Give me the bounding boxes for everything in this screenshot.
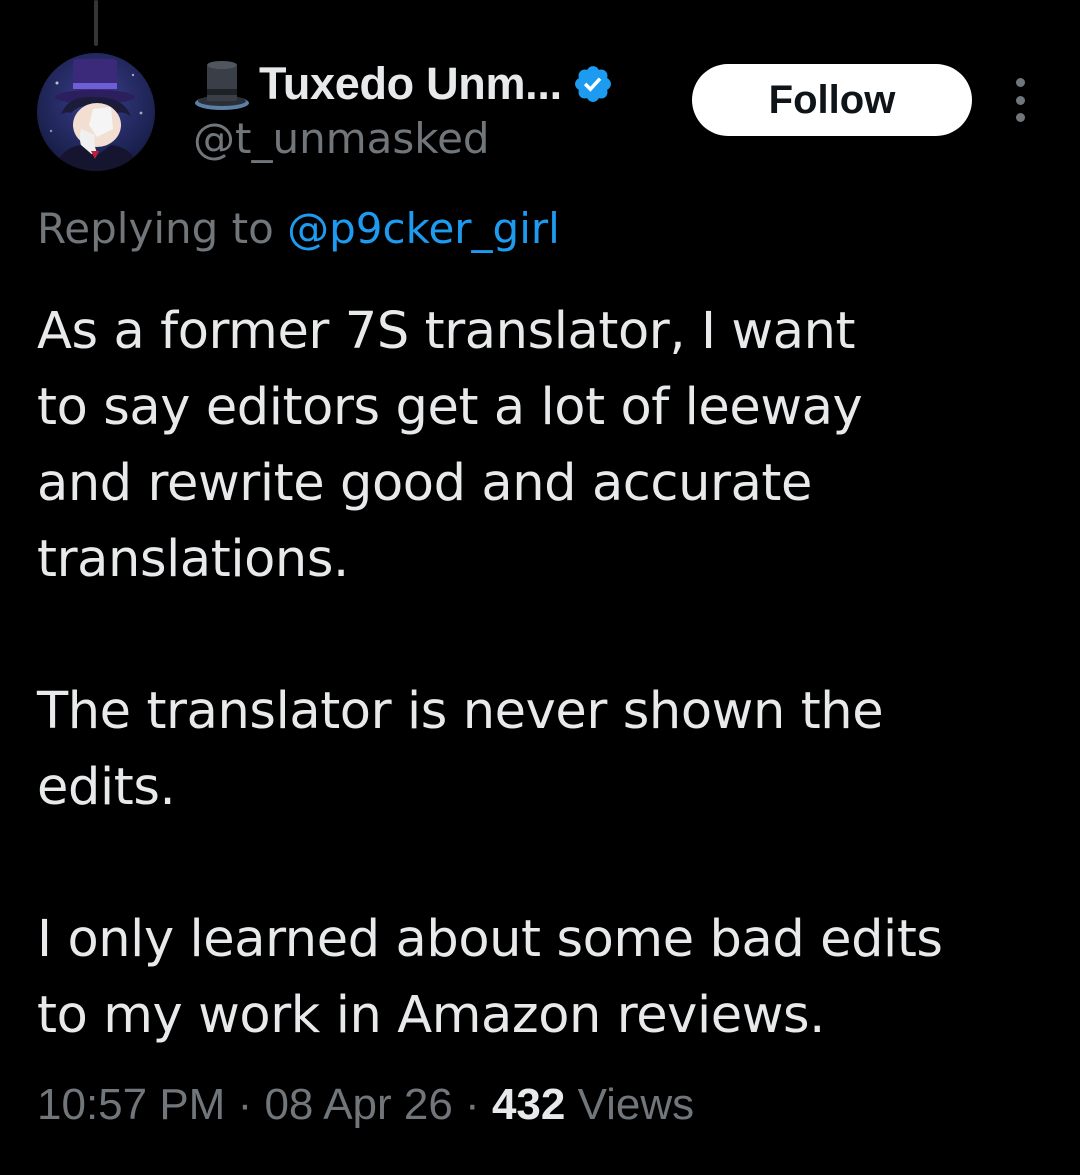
tweet-paragraph: I only learned about some bad edits to m…: [37, 902, 1047, 1054]
tweet-date[interactable]: 08 Apr 26: [264, 1080, 452, 1129]
author-display-name[interactable]: Tuxedo Unm...: [259, 58, 562, 110]
author-name-row[interactable]: Tuxedo Unm...: [193, 56, 614, 112]
more-dot: [1015, 78, 1025, 87]
thread-connector-line: [94, 0, 98, 46]
more-vertical-icon[interactable]: [1004, 78, 1036, 122]
views-count[interactable]: 432: [492, 1080, 565, 1129]
reply-mention-link[interactable]: @p9cker_girl: [287, 204, 560, 253]
tweet-paragraph: The translator is never shown the edits.: [37, 674, 1047, 826]
tweet-line: and rewrite good and accurate: [37, 454, 812, 513]
meta-separator: ·: [452, 1080, 492, 1129]
tweet-time[interactable]: 10:57 PM: [37, 1080, 225, 1129]
views-label[interactable]: Views: [565, 1080, 695, 1129]
tweet-line: translations.: [37, 530, 349, 589]
meta-separator: ·: [225, 1080, 265, 1129]
replying-to: Replying to @p9cker_girl: [37, 204, 560, 253]
tweet-line: As a former 7S translator, I want: [37, 302, 856, 361]
replying-to-label: Replying to: [37, 204, 288, 253]
tweet-line: to my work in Amazon reviews.: [37, 986, 825, 1045]
top-hat-icon: [195, 61, 249, 110]
author-handle[interactable]: @t_unmasked: [193, 114, 490, 163]
more-dot: [1015, 113, 1025, 122]
tweet-line: to say editors get a lot of leeway: [37, 378, 863, 437]
more-dot: [1015, 95, 1025, 105]
tweet-meta: 10:57 PM · 08 Apr 26 · 432 Views: [37, 1080, 694, 1130]
tweet-line: The translator is never shown the: [37, 682, 884, 741]
avatar[interactable]: [37, 53, 155, 171]
follow-button[interactable]: Follow: [692, 64, 972, 136]
tweet-line: I only learned about some bad edits: [37, 910, 943, 969]
tweet-paragraph: As a former 7S translator, I want to say…: [37, 294, 1047, 598]
tweet-text: As a former 7S translator, I want to say…: [37, 294, 1047, 1054]
verified-badge-icon[interactable]: [572, 63, 614, 105]
avatar-image: [37, 53, 155, 171]
tweet-line: edits.: [37, 758, 176, 817]
